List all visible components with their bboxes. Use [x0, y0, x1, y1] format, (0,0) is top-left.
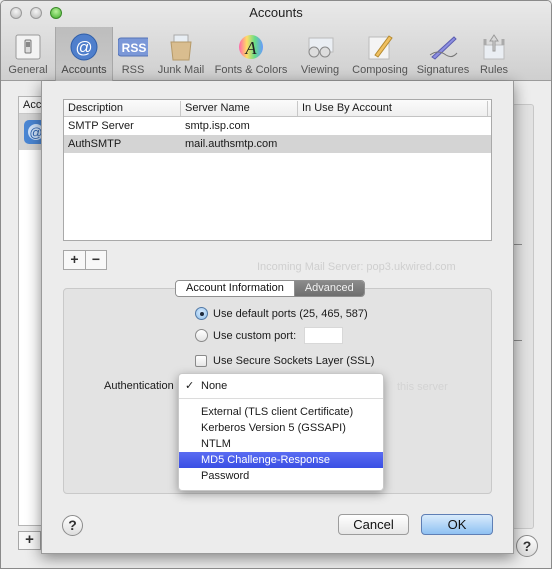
at-sign-icon: @ [69, 33, 99, 61]
menu-separator [179, 398, 383, 399]
default-ports-label: Use default ports (25, 465, 587) [213, 307, 368, 320]
smtp-server-sheet: Description Server Name In Use By Accoun… [41, 81, 514, 554]
toolbar-item-junk-mail[interactable]: Junk Mail [153, 27, 209, 81]
toolbar-label: Junk Mail [157, 64, 205, 76]
svg-text:A: A [245, 38, 258, 58]
authentication-label: Authentication [104, 380, 174, 392]
junk-mail-icon [166, 33, 196, 61]
toolbar-label: Rules [479, 64, 509, 76]
cancel-button[interactable]: Cancel [338, 514, 409, 535]
custom-port-input[interactable] [304, 327, 344, 344]
signatures-pen-icon [428, 33, 458, 61]
toolbar-item-rules[interactable]: Rules [473, 27, 515, 81]
preferences-toolbar: General @ Accounts RSS RSS Junk Mail A F… [1, 27, 551, 81]
tab-account-information[interactable]: Account Information [176, 281, 295, 296]
add-server-button[interactable]: + [64, 251, 85, 269]
menu-item-kerberos[interactable]: Kerberos Version 5 (GSSAPI) [179, 420, 383, 436]
default-ports-radio[interactable] [195, 307, 208, 320]
title-bar: Accounts General @ Accounts RSS RSS Junk… [1, 1, 551, 81]
cell-description: SMTP Server [68, 120, 134, 132]
ssl-option[interactable]: Use Secure Sockets Layer (SSL) [195, 355, 374, 367]
toolbar-item-composing[interactable]: Composing [347, 27, 413, 81]
column-header-server-name[interactable]: Server Name [181, 101, 298, 116]
account-details-pane [512, 104, 534, 529]
background-help-button[interactable]: ? [516, 535, 538, 557]
toolbar-label: RSS [121, 64, 145, 76]
ssl-checkbox[interactable] [195, 355, 207, 367]
ssl-label: Use Secure Sockets Layer (SSL) [213, 355, 375, 367]
help-button[interactable]: ? [62, 515, 83, 536]
add-account-button[interactable]: + [18, 531, 41, 550]
toolbar-label: Composing [352, 64, 408, 76]
menu-item-none[interactable]: ✓ None [179, 378, 383, 394]
toolbar-item-general[interactable]: General [1, 27, 55, 81]
custom-port-radio[interactable] [195, 329, 208, 342]
svg-text:@: @ [75, 38, 92, 57]
toolbar-item-rss[interactable]: RSS RSS [113, 27, 153, 81]
menu-item-ntlm[interactable]: NTLM [179, 436, 383, 452]
toolbar-label: Accounts [61, 64, 107, 76]
toolbar-item-viewing[interactable]: Viewing [293, 27, 347, 81]
svg-text:RSS: RSS [122, 41, 147, 55]
table-row-selected[interactable]: AuthSMTP mail.authsmtp.com [64, 135, 491, 153]
table-header: Description Server Name In Use By Accoun… [64, 100, 491, 117]
toolbar-item-accounts[interactable]: @ Accounts [55, 27, 113, 81]
custom-port-label: Use custom port: [213, 329, 297, 342]
default-ports-option[interactable]: Use default ports (25, 465, 587) [195, 307, 368, 320]
ok-button[interactable]: OK [421, 514, 493, 535]
add-remove-control: + − [63, 250, 107, 270]
toolbar-label: Signatures [416, 64, 470, 76]
toolbar-item-fonts-colors[interactable]: A Fonts & Colors [209, 27, 293, 81]
remove-server-button[interactable]: − [85, 251, 106, 269]
background-ghost-text: this server [397, 381, 448, 393]
custom-port-option[interactable]: Use custom port: [195, 327, 344, 344]
fonts-colors-icon: A [236, 33, 266, 61]
toolbar-label: Fonts & Colors [214, 64, 288, 76]
window-title: Accounts [249, 5, 303, 20]
tab-control: Account Information Advanced [175, 280, 365, 297]
column-header-description[interactable]: Description [64, 101, 181, 116]
cell-description: AuthSMTP [68, 138, 122, 150]
accounts-window: Accounts General @ Accounts RSS RSS Junk… [0, 0, 552, 569]
menu-item-md5-challenge-response[interactable]: MD5 Challenge-Response [179, 452, 383, 468]
toolbar-label: General [8, 64, 48, 76]
column-header-in-use-by-account[interactable]: In Use By Account [298, 101, 488, 116]
rss-icon: RSS [118, 33, 148, 61]
table-row[interactable]: SMTP Server smtp.isp.com [64, 117, 491, 135]
cell-server-name: mail.authsmtp.com [185, 138, 278, 150]
menu-item-external-tls[interactable]: External (TLS client Certificate) [179, 404, 383, 420]
rules-arrows-icon [479, 33, 509, 61]
general-switch-icon [13, 33, 43, 61]
tab-advanced[interactable]: Advanced [294, 281, 364, 296]
toolbar-label: Viewing [300, 64, 340, 76]
viewing-glasses-icon [305, 33, 335, 61]
toolbar-item-signatures[interactable]: Signatures [413, 27, 473, 81]
smtp-server-table[interactable]: Description Server Name In Use By Accoun… [63, 99, 492, 241]
background-ghost-text: Incoming Mail Server: pop3.ukwired.com [257, 261, 456, 273]
composing-pencil-icon [365, 33, 395, 61]
authentication-menu[interactable]: ✓ None External (TLS client Certificate)… [178, 373, 384, 491]
checkmark-icon: ✓ [185, 380, 195, 392]
cell-server-name: smtp.isp.com [185, 120, 250, 132]
menu-item-password[interactable]: Password [179, 468, 383, 484]
